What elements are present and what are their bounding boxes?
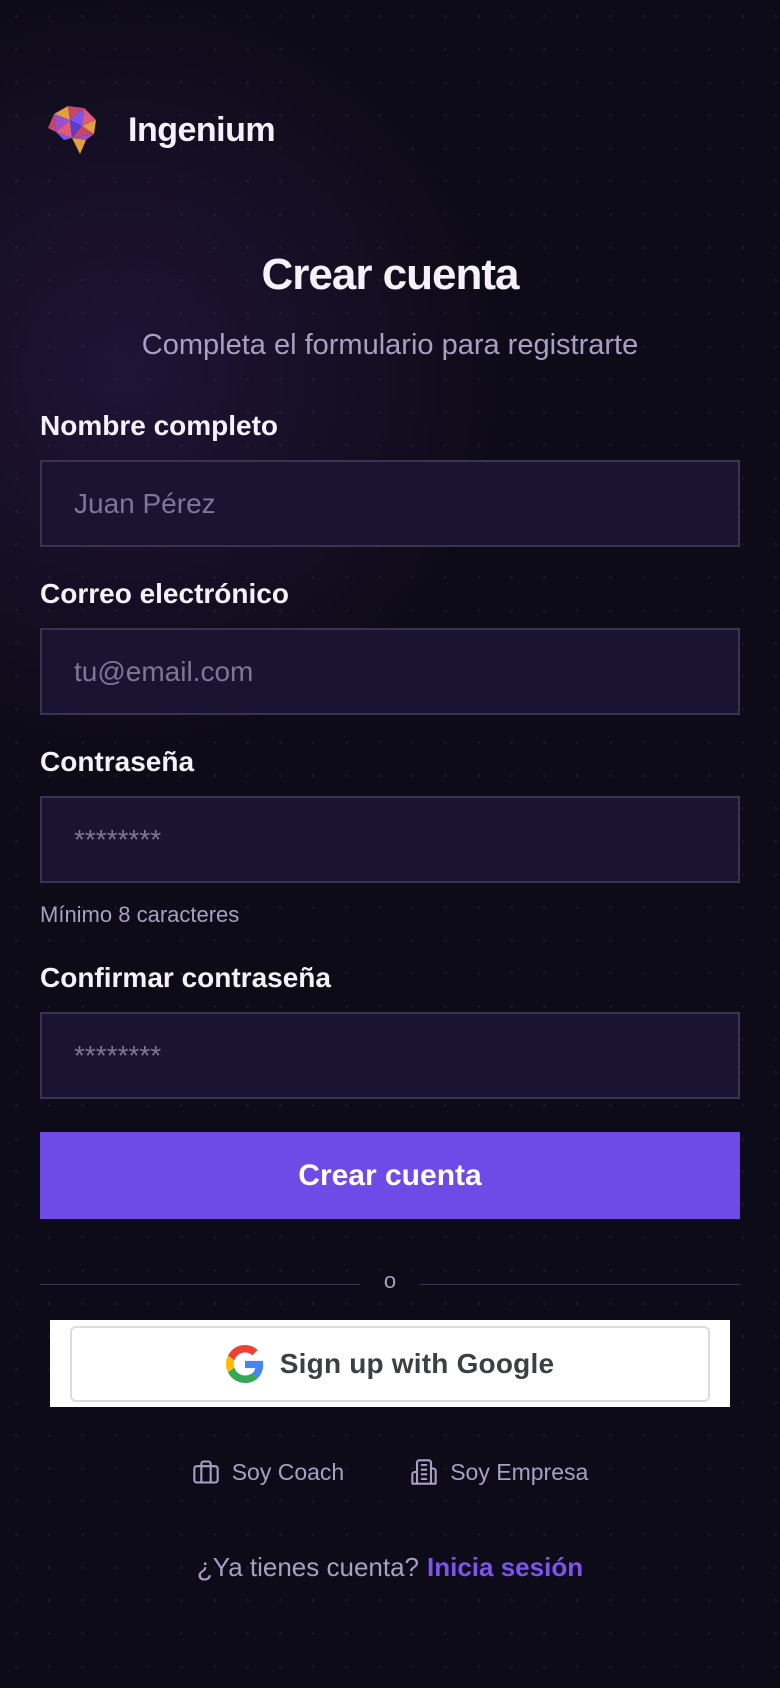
signin-prompt: ¿Ya tienes cuenta?	[196, 1552, 420, 1582]
coach-link[interactable]: Soy Coach	[192, 1458, 345, 1486]
create-account-button[interactable]: Crear cuenta	[40, 1132, 740, 1219]
brand-name: Ingenium	[128, 110, 276, 149]
page-title: Crear cuenta	[261, 250, 519, 299]
email-label: Correo electrónico	[40, 578, 289, 609]
google-signup-button[interactable]: Sign up with Google	[70, 1326, 710, 1402]
divider-text: o	[383, 1268, 397, 1293]
name-input[interactable]	[40, 460, 740, 547]
divider-line-left	[40, 1284, 360, 1285]
password-label: Contraseña	[40, 746, 195, 777]
role-links: Soy Coach Soy Empresa	[0, 1458, 780, 1486]
building-icon	[411, 1459, 437, 1485]
briefcase-icon	[192, 1460, 219, 1484]
password-hint: Mínimo 8 caracteres	[40, 902, 240, 927]
google-signup-label: Sign up with Google	[279, 1348, 555, 1379]
page-subtitle: Completa el formulario para registrarte	[141, 329, 639, 361]
name-label: Nombre completo	[40, 410, 279, 441]
email-input[interactable]	[40, 628, 740, 715]
coach-link-label: Soy Coach	[231, 1458, 345, 1485]
company-link-label: Soy Empresa	[450, 1458, 589, 1485]
brand: Ingenium	[46, 104, 276, 156]
google-signup-frame: Sign up with Google	[50, 1320, 730, 1407]
confirm-password-label: Confirmar contraseña	[40, 962, 331, 993]
signin-link[interactable]: Inicia sesión	[427, 1552, 583, 1582]
google-icon	[225, 1345, 263, 1383]
confirm-password-input[interactable]	[40, 1012, 740, 1099]
brain-icon	[48, 106, 96, 154]
password-input[interactable]	[40, 796, 740, 883]
signup-screen: Ingenium Crear cuenta Completa el formul…	[0, 0, 780, 1688]
divider-line-right	[420, 1284, 740, 1285]
company-link[interactable]: Soy Empresa	[410, 1458, 588, 1486]
signin-row: ¿Ya tienes cuenta? Inicia sesión	[0, 1552, 780, 1583]
